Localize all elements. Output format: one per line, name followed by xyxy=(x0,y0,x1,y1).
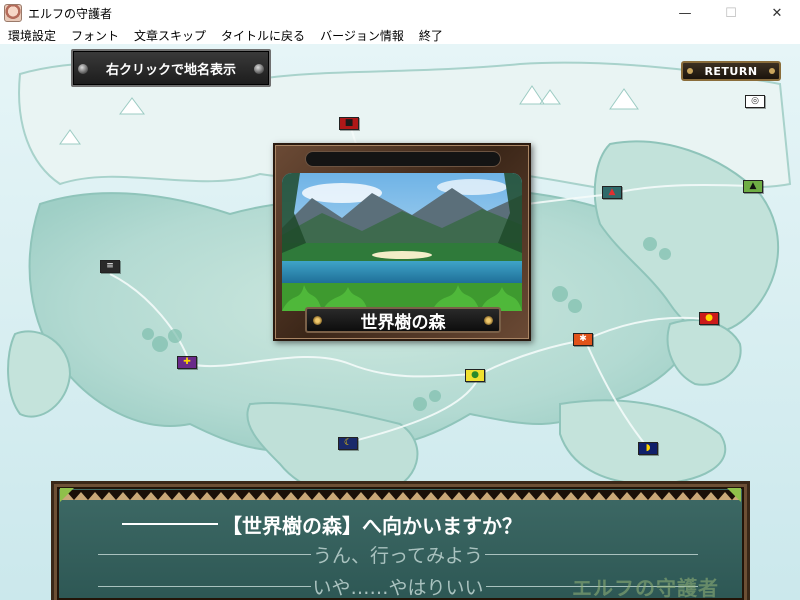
menu-item-font[interactable]: フォント xyxy=(63,27,126,44)
window-controls: — ☐ ✕ xyxy=(662,0,800,26)
rivet-left-icon xyxy=(78,64,88,74)
choice-rule-right xyxy=(485,553,698,555)
choice-rule-left xyxy=(98,585,311,587)
game-logo-watermark: エルフの守護者 xyxy=(572,576,719,600)
map-hint-text: 右クリックで地名表示 xyxy=(105,62,236,78)
choice-question-text: 【世界樹の森】へ向かいますか？ xyxy=(222,513,522,538)
choice-rule-left xyxy=(98,553,311,555)
location-preview-image xyxy=(282,173,522,311)
choice-option-yes-text: うん、行ってみよう xyxy=(312,544,484,567)
location-name-plate: 世界樹の森 xyxy=(305,307,501,333)
location-flag-center-south[interactable]: ● xyxy=(465,369,485,382)
location-flag-east-island[interactable]: ● xyxy=(699,312,719,325)
world-map-screen: 右クリックで地名表示 RETURN ■ ◎ ▲ ▲ ≡ ● ✱ ✚ ● ☾ ◗ xyxy=(0,44,800,600)
menu-item-exit[interactable]: 終了 xyxy=(411,27,450,44)
location-flag-south[interactable]: ☾ xyxy=(338,437,358,450)
location-flag-east-mountain[interactable]: ▲ xyxy=(743,180,763,193)
choice-option-yes[interactable]: うん、行ってみよう xyxy=(98,542,698,567)
menu-bar: 環境設定 フォント 文章スキップ タイトルに戻る バージョン情報 終了 xyxy=(0,26,800,44)
location-flag-north[interactable]: ■ xyxy=(339,117,359,130)
dialog-ornament-band xyxy=(60,490,741,500)
plate-ornament-right-icon xyxy=(484,316,493,325)
corner-ornament-left-icon xyxy=(60,488,74,502)
maximize-button[interactable]: ☐ xyxy=(708,0,754,26)
question-dash xyxy=(122,523,218,525)
choice-dialog: 【世界樹の森】へ向かいますか？ うん、行ってみよう いや……やはりいい エルフの… xyxy=(51,481,750,600)
location-flag-west[interactable]: ≡ xyxy=(100,260,120,273)
return-button[interactable]: RETURN xyxy=(681,61,781,81)
corner-ornament-right-icon xyxy=(727,488,741,502)
map-hint-plate: 右クリックで地名表示 xyxy=(71,49,271,87)
location-flag-southwest[interactable]: ✚ xyxy=(177,356,197,369)
rivet-right-icon xyxy=(254,64,264,74)
close-button[interactable]: ✕ xyxy=(754,0,800,26)
minimize-button[interactable]: — xyxy=(662,0,708,26)
choice-question: 【世界樹の森】へ向かいますか？ xyxy=(122,510,682,538)
menu-item-back-to-title[interactable]: タイトルに戻る xyxy=(213,27,312,44)
location-flag-southeast[interactable]: ◗ xyxy=(638,442,658,455)
choice-option-no-text: いや……やはりいい xyxy=(312,576,484,599)
menu-item-version-info[interactable]: バージョン情報 xyxy=(312,27,411,44)
menu-item-text-skip[interactable]: 文章スキップ xyxy=(126,27,213,44)
location-flag-east-castle[interactable]: ▲ xyxy=(602,186,622,199)
location-name: 世界樹の森 xyxy=(360,312,446,333)
window-title: エルフの守護者 xyxy=(28,6,113,21)
location-flag-center-east[interactable]: ✱ xyxy=(573,333,593,346)
location-flag-northeast[interactable]: ◎ xyxy=(745,95,765,108)
menu-item-settings[interactable]: 環境設定 xyxy=(0,27,63,44)
app-icon xyxy=(4,4,22,22)
window-titlebar: エルフの守護者 — ☐ ✕ xyxy=(0,0,800,26)
location-frame-header xyxy=(305,151,501,167)
plate-ornament-left-icon xyxy=(313,316,322,325)
location-preview-frame: 世界樹の森 xyxy=(273,143,531,341)
